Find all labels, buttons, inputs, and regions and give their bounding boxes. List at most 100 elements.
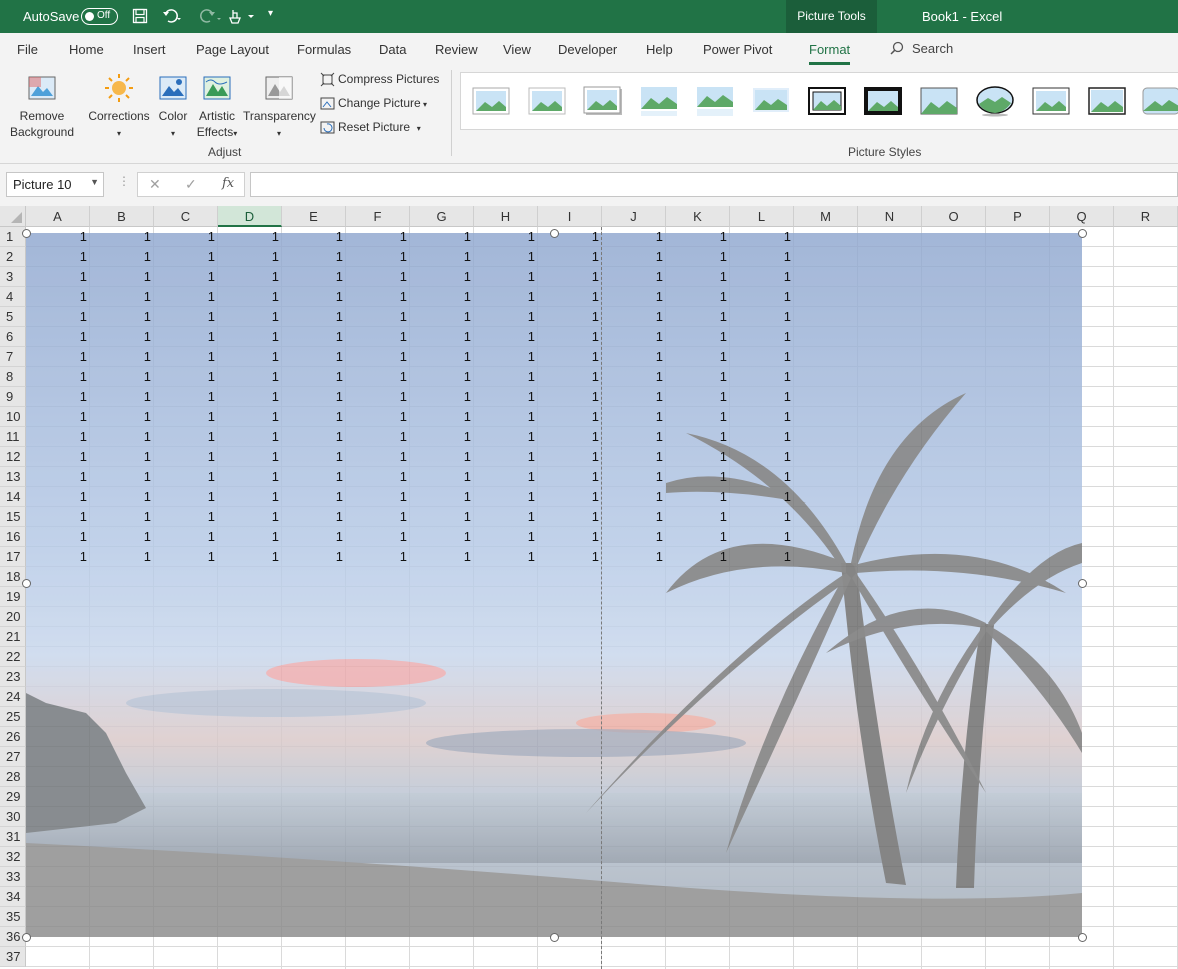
row-header-2[interactable]: 2 (0, 247, 26, 267)
cell-g9[interactable]: 1 (410, 387, 471, 407)
cell-h17[interactable]: 1 (474, 547, 535, 567)
resize-handle[interactable] (1078, 579, 1087, 588)
cell-k2[interactable]: 1 (666, 247, 727, 267)
cell-i13[interactable]: 1 (538, 467, 599, 487)
cell-e6[interactable]: 1 (282, 327, 343, 347)
name-box-dropdown-icon[interactable]: ▼ (90, 177, 99, 187)
cell-h15[interactable]: 1 (474, 507, 535, 527)
cell-k12[interactable]: 1 (666, 447, 727, 467)
cell-e13[interactable]: 1 (282, 467, 343, 487)
cell-i1[interactable]: 1 (538, 227, 599, 247)
resize-handle[interactable] (1078, 933, 1087, 942)
cell-c3[interactable]: 1 (154, 267, 215, 287)
row-header-14[interactable]: 14 (0, 487, 26, 507)
cell-h8[interactable]: 1 (474, 367, 535, 387)
cell-h9[interactable]: 1 (474, 387, 535, 407)
column-header-e[interactable]: E (282, 206, 346, 227)
cell-e16[interactable]: 1 (282, 527, 343, 547)
cell-c2[interactable]: 1 (154, 247, 215, 267)
column-header-g[interactable]: G (410, 206, 474, 227)
tab-developer[interactable]: Developer (558, 42, 617, 57)
style-soft-glow[interactable] (751, 85, 791, 117)
row-header-23[interactable]: 23 (0, 667, 26, 687)
row-header-29[interactable]: 29 (0, 787, 26, 807)
remove-background-button[interactable]: Remove Background (8, 72, 76, 140)
resize-handle[interactable] (1078, 229, 1087, 238)
cell-i16[interactable]: 1 (538, 527, 599, 547)
style-drop-shadow[interactable] (583, 85, 623, 117)
cell-b4[interactable]: 1 (90, 287, 151, 307)
column-header-r[interactable]: R (1114, 206, 1178, 227)
cell-h5[interactable]: 1 (474, 307, 535, 327)
cell-e10[interactable]: 1 (282, 407, 343, 427)
cell-a16[interactable]: 1 (26, 527, 87, 547)
cell-b13[interactable]: 1 (90, 467, 151, 487)
cell-g10[interactable]: 1 (410, 407, 471, 427)
cell-i4[interactable]: 1 (538, 287, 599, 307)
compress-pictures-button[interactable]: Compress Pictures (320, 72, 439, 87)
cell-a14[interactable]: 1 (26, 487, 87, 507)
row-header-24[interactable]: 24 (0, 687, 26, 707)
cell-e8[interactable]: 1 (282, 367, 343, 387)
cell-h16[interactable]: 1 (474, 527, 535, 547)
cell-k7[interactable]: 1 (666, 347, 727, 367)
cell-d1[interactable]: 1 (218, 227, 279, 247)
row-header-7[interactable]: 7 (0, 347, 26, 367)
cell-b2[interactable]: 1 (90, 247, 151, 267)
cell-k3[interactable]: 1 (666, 267, 727, 287)
cell-a17[interactable]: 1 (26, 547, 87, 567)
cell-f17[interactable]: 1 (346, 547, 407, 567)
cell-l8[interactable]: 1 (730, 367, 791, 387)
row-header-8[interactable]: 8 (0, 367, 26, 387)
cell-d7[interactable]: 1 (218, 347, 279, 367)
row-header-5[interactable]: 5 (0, 307, 26, 327)
cell-l13[interactable]: 1 (730, 467, 791, 487)
style-soft-edge[interactable] (527, 85, 567, 117)
cell-j12[interactable]: 1 (602, 447, 663, 467)
tab-home[interactable]: Home (69, 42, 104, 57)
cell-f8[interactable]: 1 (346, 367, 407, 387)
cell-j6[interactable]: 1 (602, 327, 663, 347)
tab-power-pivot[interactable]: Power Pivot (703, 42, 772, 57)
cell-j8[interactable]: 1 (602, 367, 663, 387)
cell-c15[interactable]: 1 (154, 507, 215, 527)
cell-h1[interactable]: 1 (474, 227, 535, 247)
cell-g13[interactable]: 1 (410, 467, 471, 487)
cell-a8[interactable]: 1 (26, 367, 87, 387)
autosave-toggle[interactable]: Off (81, 8, 118, 25)
cell-a12[interactable]: 1 (26, 447, 87, 467)
column-header-c[interactable]: C (154, 206, 218, 227)
column-header-i[interactable]: I (538, 206, 602, 227)
cell-i9[interactable]: 1 (538, 387, 599, 407)
save-icon[interactable] (132, 8, 148, 27)
cell-f1[interactable]: 1 (346, 227, 407, 247)
style-reflected-soft[interactable] (695, 85, 735, 117)
cell-l7[interactable]: 1 (730, 347, 791, 367)
cell-d10[interactable]: 1 (218, 407, 279, 427)
cell-f10[interactable]: 1 (346, 407, 407, 427)
cell-g4[interactable]: 1 (410, 287, 471, 307)
cell-a9[interactable]: 1 (26, 387, 87, 407)
cell-f4[interactable]: 1 (346, 287, 407, 307)
cell-l6[interactable]: 1 (730, 327, 791, 347)
cell-k16[interactable]: 1 (666, 527, 727, 547)
row-header-25[interactable]: 25 (0, 707, 26, 727)
cell-g16[interactable]: 1 (410, 527, 471, 547)
cell-l11[interactable]: 1 (730, 427, 791, 447)
cell-b1[interactable]: 1 (90, 227, 151, 247)
column-header-b[interactable]: B (90, 206, 154, 227)
insert-function-icon[interactable]: fx (222, 176, 234, 191)
cell-c13[interactable]: 1 (154, 467, 215, 487)
redo-icon[interactable] (198, 8, 222, 27)
resize-handle[interactable] (550, 933, 559, 942)
cell-j7[interactable]: 1 (602, 347, 663, 367)
column-header-m[interactable]: M (794, 206, 858, 227)
cell-e9[interactable]: 1 (282, 387, 343, 407)
cell-d3[interactable]: 1 (218, 267, 279, 287)
cell-c16[interactable]: 1 (154, 527, 215, 547)
cell-d4[interactable]: 1 (218, 287, 279, 307)
cell-g11[interactable]: 1 (410, 427, 471, 447)
cell-f16[interactable]: 1 (346, 527, 407, 547)
column-header-p[interactable]: P (986, 206, 1050, 227)
cell-i14[interactable]: 1 (538, 487, 599, 507)
